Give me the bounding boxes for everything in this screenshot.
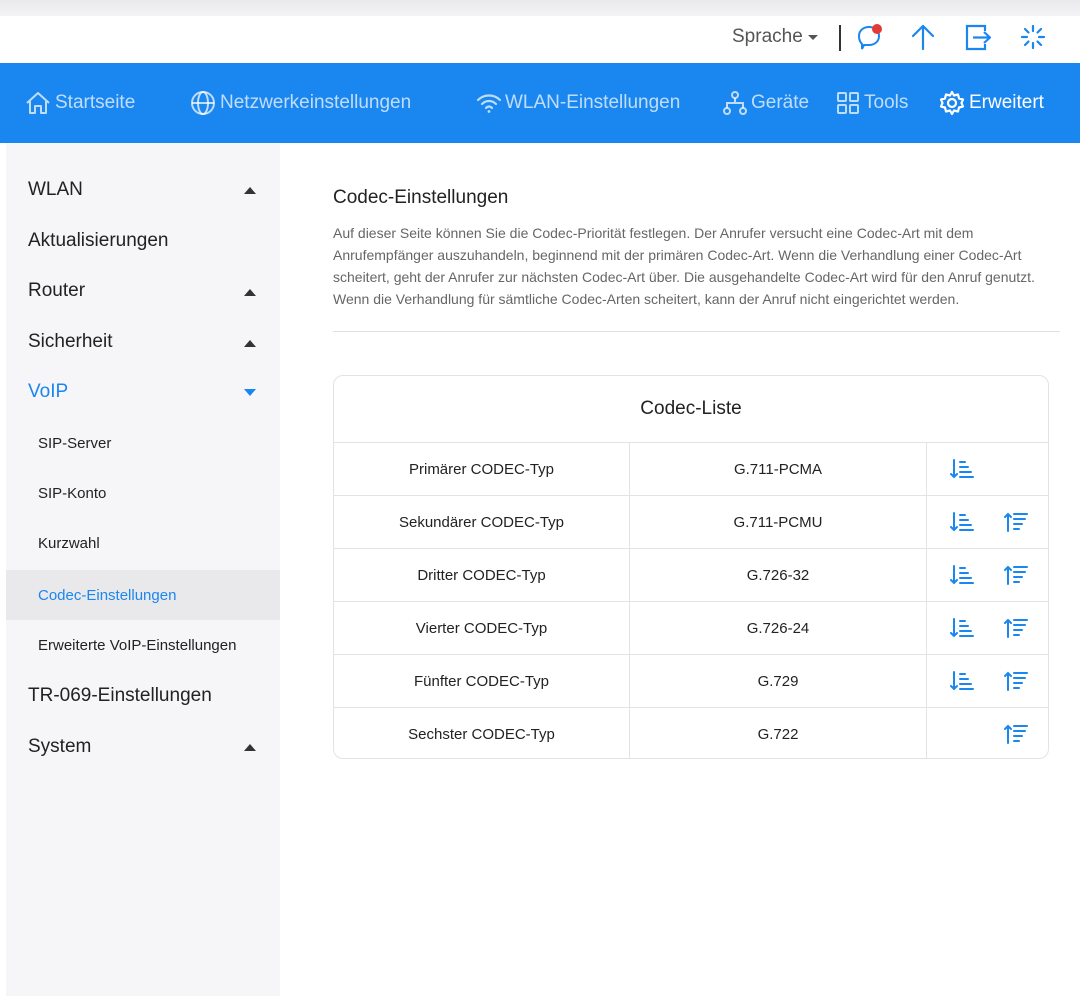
- topbar-shade: [0, 0, 1080, 16]
- codec-actions: [927, 602, 1048, 654]
- chat-notification-icon[interactable]: [854, 22, 884, 52]
- main-navigation: Startseite Netzwerkeinstellungen WLAN-Ei…: [0, 63, 1080, 143]
- caret-down-icon: [807, 34, 818, 40]
- sidebar-item-aktualisierungen[interactable]: Aktualisierungen: [6, 216, 280, 266]
- table-row: Primärer CODEC-Typ G.711-PCMA: [334, 443, 1048, 496]
- divider: [839, 25, 841, 51]
- collapse-arrow-icon: [244, 187, 256, 194]
- codec-actions: [927, 549, 1048, 601]
- move-up-icon[interactable]: [1003, 669, 1029, 693]
- move-down-icon[interactable]: [949, 616, 975, 640]
- sidebar-item-voip[interactable]: VoIP: [6, 367, 280, 417]
- sidebar-item-label: VoIP: [28, 381, 69, 402]
- nav-item-netzwerkeinstellungen[interactable]: Netzwerkeinstellungen: [189, 63, 411, 143]
- codec-type-label: Dritter CODEC-Typ: [334, 549, 630, 601]
- sidebar-item-wlan[interactable]: WLAN: [6, 165, 280, 215]
- nav-label: Netzwerkeinstellungen: [220, 92, 412, 113]
- codec-actions: [927, 655, 1048, 707]
- move-down-icon[interactable]: [949, 563, 975, 587]
- codec-actions: [927, 496, 1048, 548]
- sidebar-item-label: Erweiterte VoIP-Einstellungen: [38, 636, 237, 654]
- codec-value: G.729: [630, 655, 927, 707]
- home-icon: [26, 92, 50, 114]
- codec-value: G.722: [630, 708, 927, 758]
- nav-item-geraete[interactable]: Geräte: [722, 63, 809, 143]
- sidebar-item-label: System: [28, 736, 92, 757]
- upload-arrow-icon[interactable]: [908, 22, 938, 52]
- nav-label: WLAN-Einstellungen: [505, 92, 681, 113]
- tools-icon: [837, 92, 859, 114]
- codec-type-label: Primärer CODEC-Typ: [334, 443, 630, 495]
- nav-label: Tools: [864, 92, 909, 113]
- sidebar-item-router[interactable]: Router: [6, 266, 280, 316]
- sidebar-item-kurzwahl[interactable]: Kurzwahl: [6, 518, 280, 568]
- divider: [333, 331, 1060, 332]
- codec-type-label: Sekundärer CODEC-Typ: [334, 496, 630, 548]
- sidebar-item-tr-069-einstellungen[interactable]: TR-069-Einstellungen: [6, 671, 280, 721]
- language-selector[interactable]: Sprache: [732, 26, 818, 48]
- sidebar-item-label: Router: [28, 280, 86, 301]
- codec-type-label: Fünfter CODEC-Typ: [334, 655, 630, 707]
- collapse-arrow-icon: [244, 340, 256, 347]
- move-up-icon[interactable]: [1003, 616, 1029, 640]
- codec-value: G.711-PCMU: [630, 496, 927, 548]
- codec-actions: [927, 443, 1048, 495]
- codec-list-title: Codec-Liste: [334, 376, 1048, 443]
- table-row: Dritter CODEC-Typ G.726-32: [334, 549, 1048, 602]
- expand-arrow-icon: [244, 389, 256, 396]
- nav-item-tools[interactable]: Tools: [835, 63, 908, 143]
- move-up-icon[interactable]: [1003, 510, 1029, 534]
- move-down-icon[interactable]: [949, 510, 975, 534]
- nav-label: Erweitert: [969, 92, 1044, 113]
- move-down-icon[interactable]: [949, 669, 975, 693]
- nav-item-erweitert[interactable]: Erweitert: [938, 63, 1044, 143]
- sidebar-item-label: SIP-Server: [38, 434, 112, 452]
- move-down-icon[interactable]: [949, 457, 975, 481]
- sidebar-item-codec-einstellungen[interactable]: Codec-Einstellungen: [6, 570, 280, 620]
- sidebar: WLAN Aktualisierungen Router Sicherheit …: [6, 143, 280, 996]
- wifi-icon: [476, 94, 502, 113]
- collapse-arrow-icon: [244, 289, 256, 296]
- nav-label: Geräte: [751, 92, 810, 113]
- nav-item-wlan-einstellungen[interactable]: WLAN-Einstellungen: [476, 63, 680, 143]
- language-label: Sprache: [732, 26, 803, 47]
- sidebar-item-label: TR-069-Einstellungen: [28, 685, 212, 706]
- table-row: Sechster CODEC-Typ G.722: [334, 708, 1048, 758]
- collapse-arrow-icon: [244, 744, 256, 751]
- sidebar-item-label: Sicherheit: [28, 331, 113, 352]
- codec-actions: [927, 708, 1048, 758]
- sidebar-item-label: Codec-Einstellungen: [38, 586, 177, 604]
- nav-item-startseite[interactable]: Startseite: [24, 63, 135, 143]
- sidebar-item-sip-konto[interactable]: SIP-Konto: [6, 468, 280, 518]
- sidebar-item-label: SIP-Konto: [38, 484, 107, 502]
- sidebar-item-sip-server[interactable]: SIP-Server: [6, 418, 280, 468]
- top-utility-bar: Sprache: [0, 0, 1080, 63]
- devices-icon: [723, 91, 747, 115]
- codec-type-label: Vierter CODEC-Typ: [334, 602, 630, 654]
- page-title: Codec-Einstellungen: [333, 187, 509, 208]
- logout-icon[interactable]: [963, 22, 993, 52]
- move-up-icon[interactable]: [1003, 722, 1029, 746]
- codec-type-label: Sechster CODEC-Typ: [334, 708, 630, 758]
- sidebar-item-erweiterte-voip-einstellungen[interactable]: Erweiterte VoIP-Einstellungen: [6, 620, 280, 670]
- table-row: Sekundärer CODEC-Typ G.711-PCMU: [334, 496, 1048, 549]
- move-up-icon[interactable]: [1003, 563, 1029, 587]
- sidebar-item-system[interactable]: System: [6, 722, 280, 772]
- codec-list-card: Codec-Liste Primärer CODEC-Typ G.711-PCMA…: [333, 375, 1049, 759]
- codec-value: G.726-24: [630, 602, 927, 654]
- table-row: Fünfter CODEC-Typ G.729: [334, 655, 1048, 708]
- sidebar-item-label: Kurzwahl: [38, 534, 100, 552]
- table-row: Vierter CODEC-Typ G.726-24: [334, 602, 1048, 655]
- sidebar-item-label: Aktualisierungen: [28, 230, 169, 251]
- page-description: Auf dieser Seite können Sie die Codec-Pr…: [333, 225, 1035, 307]
- sidebar-item-sicherheit[interactable]: Sicherheit: [6, 317, 280, 367]
- sidebar-item-label: WLAN: [28, 179, 83, 200]
- loading-spinner-icon[interactable]: [1018, 22, 1048, 52]
- codec-value: G.726-32: [630, 549, 927, 601]
- nav-label: Startseite: [55, 92, 136, 113]
- codec-value: G.711-PCMA: [630, 443, 927, 495]
- globe-icon: [191, 91, 215, 115]
- gear-icon: [939, 90, 965, 116]
